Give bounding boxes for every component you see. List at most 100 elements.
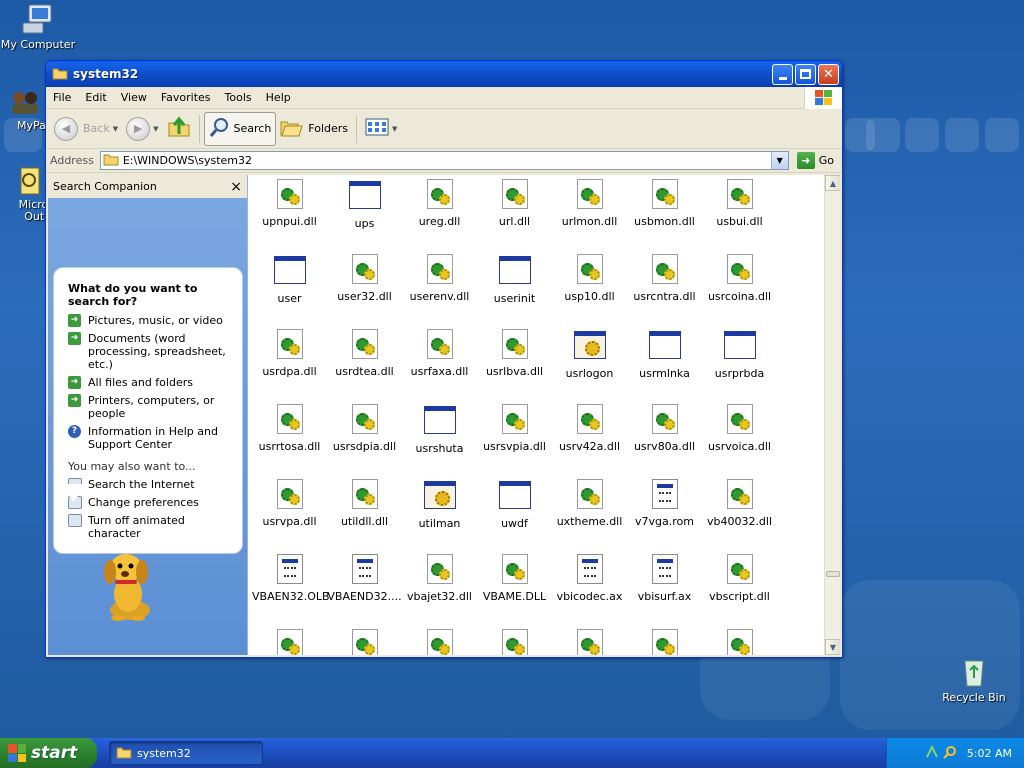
scroll-up-button[interactable]: ▲ xyxy=(825,175,840,191)
file-item[interactable] xyxy=(702,629,777,655)
dll-file-icon xyxy=(724,254,756,286)
option-change-preferences[interactable]: Change preferences xyxy=(68,496,232,509)
option-help-center[interactable]: ? Information in Help and Support Center xyxy=(68,425,232,451)
vertical-scrollbar[interactable]: ▲ ▼ xyxy=(824,175,840,655)
menu-tools[interactable]: Tools xyxy=(218,91,259,104)
file-item[interactable]: usrfaxa.dll xyxy=(402,329,477,378)
address-dropdown-button[interactable]: ▼ xyxy=(770,152,788,169)
file-item[interactable]: usrcoina.dll xyxy=(702,254,777,303)
file-item[interactable]: url.dll xyxy=(477,179,552,228)
file-item[interactable]: ureg.dll xyxy=(402,179,477,228)
close-button[interactable]: ✕ xyxy=(818,63,839,85)
file-item[interactable]: usrrtosa.dll xyxy=(252,404,327,453)
desktop-icon-recycle-bin[interactable]: Recycle Bin xyxy=(936,656,1012,704)
file-item[interactable] xyxy=(477,629,552,655)
file-item[interactable]: vbscript.dll xyxy=(702,554,777,603)
file-item[interactable]: vbajet32.dll xyxy=(402,554,477,603)
desktop-icon-mypa[interactable]: MyPa xyxy=(0,89,48,132)
file-item[interactable]: user32.dll xyxy=(327,254,402,303)
option-documents[interactable]: ➜ Documents (word processing, spreadshee… xyxy=(68,332,232,371)
file-item[interactable]: ups xyxy=(327,179,402,230)
file-item[interactable]: usrlogon xyxy=(552,329,627,380)
menu-help[interactable]: Help xyxy=(259,91,298,104)
search-button[interactable]: Search xyxy=(203,111,277,146)
desktop-icon-outlook[interactable]: Micros Outlo xyxy=(0,166,54,223)
file-item[interactable]: userenv.dll xyxy=(402,254,477,303)
file-item[interactable]: vbicodec.ax xyxy=(552,554,627,603)
file-item[interactable]: usbmon.dll xyxy=(627,179,702,228)
file-item[interactable]: usrv42a.dll xyxy=(552,404,627,453)
file-list-pane[interactable]: upnpui.dll ups ureg.dll url.dll urlmon.dll us… xyxy=(248,175,840,655)
file-item[interactable]: usrvoica.dll xyxy=(702,404,777,453)
desktop-icon-label: My Computer xyxy=(0,38,76,51)
file-item[interactable]: usrdpa.dll xyxy=(252,329,327,378)
file-item[interactable]: usp10.dll xyxy=(552,254,627,303)
file-item[interactable]: usrdtea.dll xyxy=(327,329,402,378)
file-item[interactable]: VBAEND32.... xyxy=(327,554,402,603)
dropdown-arrow-icon: ▼ xyxy=(392,124,398,133)
file-item[interactable]: VBAEN32.OLB xyxy=(252,554,330,603)
menu-view[interactable]: View xyxy=(114,91,154,104)
back-button[interactable]: ◀ Back ▼ xyxy=(50,112,122,146)
up-folder-button[interactable] xyxy=(163,112,195,146)
views-button[interactable]: ▼ xyxy=(361,112,401,146)
explorer-window[interactable]: system32 ✕ File Edit View Favorites Tool… xyxy=(45,60,843,658)
option-search-internet[interactable]: Search the Internet xyxy=(68,478,232,491)
file-item[interactable]: utilman xyxy=(402,479,477,530)
desktop-icon-my-computer[interactable]: My Computer xyxy=(0,3,76,51)
option-label: Information in Help and Support Center xyxy=(88,425,218,451)
file-item[interactable]: upnpui.dll xyxy=(252,179,327,228)
file-item[interactable]: usrprbda xyxy=(702,329,777,380)
option-turn-off-character[interactable]: Turn off animated character xyxy=(68,514,232,540)
file-item[interactable]: uwdf xyxy=(477,479,552,530)
file-item[interactable]: vb40032.dll xyxy=(702,479,777,528)
option-printers[interactable]: ➜ Printers, computers, or people xyxy=(68,394,232,420)
file-item[interactable]: urlmon.dll xyxy=(552,179,627,228)
taskbar-button-system32[interactable]: system32 xyxy=(109,741,263,765)
clock[interactable]: 5:02 AM xyxy=(967,747,1012,760)
folders-button[interactable]: Folders xyxy=(276,112,352,146)
go-button[interactable]: ➜ Go xyxy=(793,152,838,169)
file-name: userinit xyxy=(493,292,536,305)
address-input[interactable]: E:\WINDOWS\system32 ▼ xyxy=(99,151,789,170)
file-item[interactable]: usrcntra.dll xyxy=(627,254,702,303)
file-item[interactable]: usrlbva.dll xyxy=(477,329,552,378)
option-all-files[interactable]: ➜ All files and folders xyxy=(68,376,232,389)
file-item[interactable]: VBAME.DLL xyxy=(477,554,552,603)
file-item[interactable] xyxy=(252,629,327,655)
minimize-button[interactable] xyxy=(772,63,793,85)
file-name: usrcntra.dll xyxy=(633,290,696,303)
scroll-thumb[interactable] xyxy=(826,571,840,577)
file-item[interactable]: userinit xyxy=(477,254,552,305)
close-pane-button[interactable]: × xyxy=(230,179,242,195)
file-item[interactable] xyxy=(402,629,477,655)
file-item[interactable]: usrv80a.dll xyxy=(627,404,702,453)
file-item[interactable]: v7vga.rom xyxy=(627,479,702,528)
file-item[interactable]: vbisurf.ax xyxy=(627,554,702,603)
file-item[interactable]: usrmlnka xyxy=(627,329,702,380)
search-dog-character[interactable] xyxy=(98,550,158,625)
file-item[interactable]: uxtheme.dll xyxy=(552,479,627,528)
window-titlebar[interactable]: system32 ✕ xyxy=(46,61,842,87)
start-button[interactable]: start xyxy=(0,738,97,768)
file-item[interactable] xyxy=(327,629,402,655)
scroll-down-button[interactable]: ▼ xyxy=(825,639,840,655)
forward-button[interactable]: ▶ ▼ xyxy=(122,112,162,146)
file-item[interactable] xyxy=(552,629,627,655)
network-icon[interactable] xyxy=(925,744,939,762)
option-pictures[interactable]: ➜ Pictures, music, or video xyxy=(68,314,232,327)
file-item[interactable]: usrsvpia.dll xyxy=(477,404,552,453)
file-item[interactable]: user xyxy=(252,254,327,305)
dll-file-icon xyxy=(724,404,756,436)
file-item[interactable] xyxy=(627,629,702,655)
menu-favorites[interactable]: Favorites xyxy=(154,91,218,104)
file-item[interactable]: usrsdpia.dll xyxy=(327,404,402,453)
file-item[interactable]: usrshuta xyxy=(402,404,477,455)
menu-edit[interactable]: Edit xyxy=(78,91,113,104)
file-item[interactable]: utildll.dll xyxy=(327,479,402,528)
file-item[interactable]: usrvpa.dll xyxy=(252,479,327,528)
file-item[interactable]: usbui.dll xyxy=(702,179,777,228)
maximize-button[interactable] xyxy=(795,63,816,85)
search-tray-icon[interactable] xyxy=(943,745,957,762)
menu-file[interactable]: File xyxy=(46,91,78,104)
